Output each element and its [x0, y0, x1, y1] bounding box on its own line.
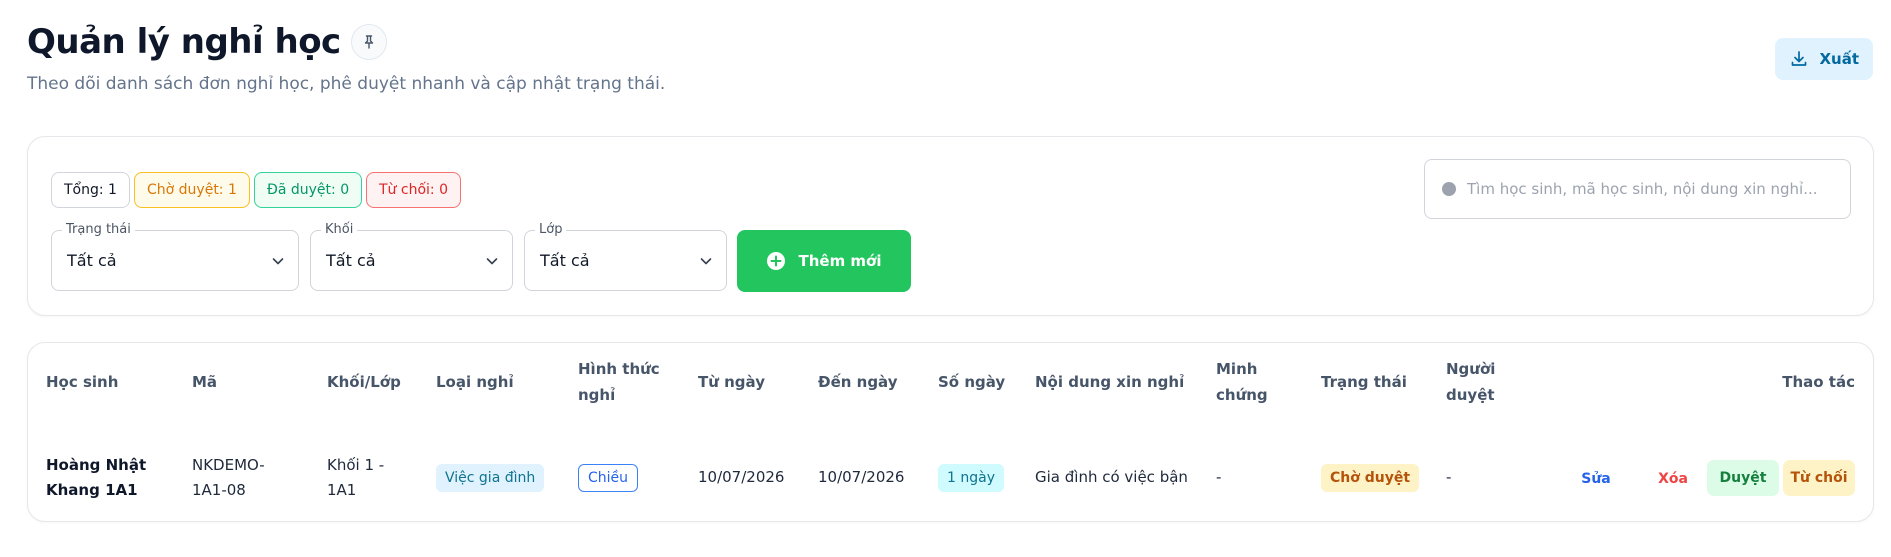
grade-filter-value: Tất cả: [326, 251, 376, 270]
col-form: Hình thức nghỉ: [578, 360, 660, 404]
col-status: Trạng thái: [1321, 373, 1407, 391]
total-count-badge[interactable]: Tổng: 1: [51, 172, 130, 208]
chevron-down-icon: [700, 258, 712, 265]
page-header: Quản lý nghỉ học Theo dõi danh sách đơn …: [27, 22, 665, 94]
status-filter-select[interactable]: Trạng thái Tất cả: [51, 222, 299, 291]
search-icon: [1442, 182, 1456, 196]
leave-table: Học sinh Mã Khối/Lớp Loại nghỉ Hình thức…: [27, 342, 1874, 522]
search-input[interactable]: [1467, 180, 1834, 198]
col-days: Số ngày: [938, 373, 1006, 391]
status-badge: Chờ duyệt: [1321, 464, 1420, 492]
reject-button[interactable]: Từ chối: [1783, 460, 1855, 496]
class-filter-value: Tất cả: [540, 251, 590, 270]
status-filter-value: Tất cả: [67, 251, 117, 270]
col-evidence: Minh chứng: [1216, 360, 1268, 404]
pending-count-badge[interactable]: Chờ duyệt: 1: [134, 172, 250, 208]
add-new-label: Thêm mới: [798, 252, 882, 270]
class-filter-label: Lớp: [535, 222, 567, 237]
leave-content: Gia đình có việc bận: [1035, 468, 1188, 486]
col-student: Học sinh: [46, 373, 119, 391]
edit-button[interactable]: Sửa: [1566, 462, 1626, 496]
pin-button[interactable]: [350, 24, 387, 60]
page-title: Quản lý nghỉ học: [27, 22, 341, 62]
add-new-button[interactable]: Thêm mới: [737, 230, 911, 292]
filter-panel: Tổng: 1 Chờ duyệt: 1 Đã duyệt: 0 Từ chối…: [27, 136, 1874, 316]
grade-class: Khối 1 - 1A1: [327, 456, 385, 499]
evidence-value: -: [1216, 468, 1222, 486]
col-leave-type: Loại nghỉ: [436, 373, 514, 391]
chevron-down-icon: [272, 258, 284, 265]
export-label: Xuất: [1819, 50, 1859, 68]
pin-icon: [364, 35, 373, 49]
leave-form-badge: Chiều: [578, 464, 639, 492]
to-date: 10/07/2026: [818, 468, 905, 486]
student-name[interactable]: Hoàng Nhật Khang 1A1: [46, 453, 146, 503]
class-filter-select[interactable]: Lớp Tất cả: [524, 222, 727, 291]
approve-button[interactable]: Duyệt: [1707, 460, 1779, 496]
col-to-date: Đến ngày: [818, 373, 898, 391]
col-grade-class: Khối/Lớp: [327, 373, 401, 391]
days-badge: 1 ngày: [938, 464, 1004, 492]
page-subtitle: Theo dõi danh sách đơn nghỉ học, phê duy…: [27, 74, 666, 94]
download-icon: [1792, 51, 1807, 66]
col-code: Mã: [192, 373, 218, 391]
approved-count-badge[interactable]: Đã duyệt: 0: [254, 172, 363, 208]
chevron-down-icon: [486, 258, 498, 265]
leave-type-badge: Việc gia đình: [436, 464, 545, 492]
col-approver: Người duyệt: [1446, 360, 1496, 404]
approver-value: -: [1446, 468, 1452, 486]
status-filter-label: Trạng thái: [62, 222, 135, 237]
plus-circle-icon: [767, 252, 786, 270]
export-button[interactable]: Xuất: [1775, 38, 1873, 80]
col-actions: Thao tác: [1782, 373, 1855, 391]
col-from-date: Từ ngày: [698, 373, 765, 391]
rejected-count-badge[interactable]: Từ chối: 0: [366, 172, 461, 208]
from-date: 10/07/2026: [698, 468, 785, 486]
col-content: Nội dung xin nghỉ: [1035, 373, 1185, 391]
student-code: NKDEMO- 1A1-08: [192, 456, 265, 499]
grade-filter-select[interactable]: Khối Tất cả: [310, 222, 513, 291]
delete-button[interactable]: Xóa: [1643, 462, 1703, 496]
search-box[interactable]: [1424, 159, 1851, 219]
grade-filter-label: Khối: [321, 222, 358, 237]
